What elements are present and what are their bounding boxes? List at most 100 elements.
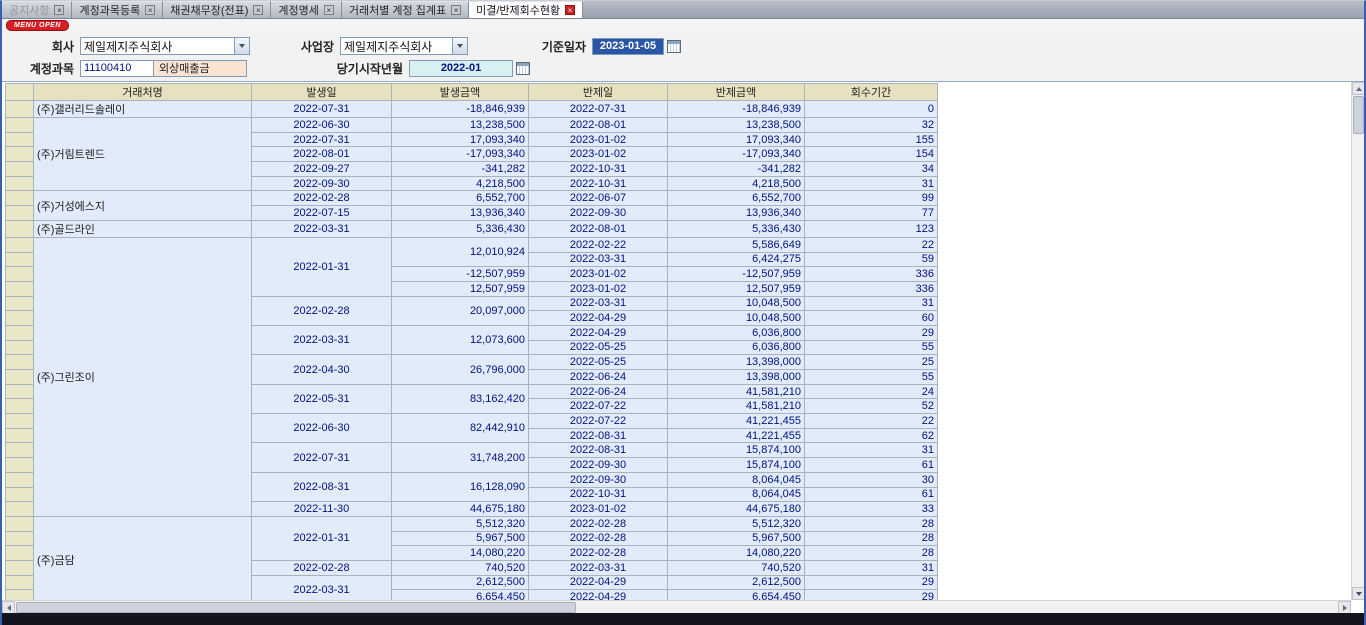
settlement-date-cell[interactable]: 2023-01-02 bbox=[529, 281, 668, 296]
row-selector[interactable] bbox=[6, 118, 34, 133]
settlement-date-cell[interactable]: 2022-02-28 bbox=[529, 531, 668, 546]
occurrence-amount-cell[interactable]: 6,552,700 bbox=[392, 191, 529, 206]
collection-days-cell[interactable]: 31 bbox=[805, 443, 938, 458]
settlement-amount-cell[interactable]: 740,520 bbox=[668, 560, 805, 575]
collection-days-cell[interactable]: 31 bbox=[805, 560, 938, 575]
collection-days-cell[interactable]: 29 bbox=[805, 575, 938, 590]
collection-days-cell[interactable]: 336 bbox=[805, 281, 938, 296]
settlement-amount-cell[interactable]: -12,507,959 bbox=[668, 267, 805, 282]
chevron-down-icon[interactable] bbox=[234, 38, 249, 54]
occurrence-amount-cell[interactable]: -341,282 bbox=[392, 162, 529, 177]
occurrence-date-cell[interactable]: 2022-07-15 bbox=[252, 206, 392, 221]
collection-days-cell[interactable]: 55 bbox=[805, 370, 938, 385]
settlement-amount-cell[interactable]: 41,221,455 bbox=[668, 428, 805, 443]
occurrence-amount-cell[interactable]: 2,612,500 bbox=[392, 575, 529, 590]
collection-days-cell[interactable]: 61 bbox=[805, 458, 938, 473]
occurrence-date-cell[interactable]: 2022-04-30 bbox=[252, 355, 392, 384]
collection-days-cell[interactable]: 0 bbox=[805, 101, 938, 118]
collection-days-cell[interactable]: 99 bbox=[805, 191, 938, 206]
column-header[interactable]: 거래처명 bbox=[34, 84, 252, 101]
occurrence-amount-cell[interactable]: 17,093,340 bbox=[392, 132, 529, 147]
occurrence-date-cell[interactable]: 2022-01-31 bbox=[252, 237, 392, 296]
occurrence-amount-cell[interactable]: 13,936,340 bbox=[392, 206, 529, 221]
settlement-date-cell[interactable]: 2023-01-02 bbox=[529, 147, 668, 162]
scroll-down-icon[interactable] bbox=[1352, 587, 1364, 600]
row-selector[interactable] bbox=[6, 355, 34, 370]
occurrence-date-cell[interactable]: 2022-11-30 bbox=[252, 502, 392, 517]
occurrence-amount-cell[interactable]: 82,442,910 bbox=[392, 414, 529, 443]
settlement-amount-cell[interactable]: 8,064,045 bbox=[668, 472, 805, 487]
scroll-up-icon[interactable] bbox=[1352, 82, 1364, 95]
settlement-amount-cell[interactable]: 13,398,000 bbox=[668, 355, 805, 370]
occurrence-date-cell[interactable]: 2022-06-30 bbox=[252, 118, 392, 133]
settlement-date-cell[interactable]: 2022-04-29 bbox=[529, 575, 668, 590]
tab-2[interactable]: 계정과목등록× bbox=[72, 1, 163, 18]
table-row[interactable]: (주)골드라인2022-03-315,336,4302022-08-015,33… bbox=[6, 220, 938, 237]
account-code-input[interactable] bbox=[80, 60, 154, 77]
occurrence-amount-cell[interactable]: -17,093,340 bbox=[392, 147, 529, 162]
company-select[interactable]: 제일제지주식회사 bbox=[80, 37, 250, 55]
occurrence-date-cell[interactable]: 2022-03-31 bbox=[252, 220, 392, 237]
table-row[interactable]: (주)거성에스지2022-02-286,552,7002022-06-076,5… bbox=[6, 191, 938, 206]
collection-days-cell[interactable]: 29 bbox=[805, 325, 938, 340]
column-header[interactable]: 회수기간 bbox=[805, 84, 938, 101]
settlement-date-cell[interactable]: 2022-10-31 bbox=[529, 162, 668, 177]
occurrence-amount-cell[interactable]: -18,846,939 bbox=[392, 101, 529, 118]
settlement-date-cell[interactable]: 2022-06-07 bbox=[529, 191, 668, 206]
occurrence-amount-cell[interactable]: 83,162,420 bbox=[392, 384, 529, 413]
settlement-amount-cell[interactable]: 10,048,500 bbox=[668, 311, 805, 326]
table-row[interactable]: (주)그린조이2022-01-3112,010,9242022-02-225,5… bbox=[6, 237, 938, 252]
collection-days-cell[interactable]: 61 bbox=[805, 487, 938, 502]
row-selector[interactable] bbox=[6, 220, 34, 237]
settlement-amount-cell[interactable]: 4,218,500 bbox=[668, 176, 805, 191]
collection-days-cell[interactable]: 22 bbox=[805, 237, 938, 252]
row-selector[interactable] bbox=[6, 176, 34, 191]
collection-days-cell[interactable]: 34 bbox=[805, 162, 938, 177]
settlement-date-cell[interactable]: 2022-04-29 bbox=[529, 311, 668, 326]
customer-name-cell[interactable]: (주)갤러리드솔레이 bbox=[34, 101, 252, 118]
settlement-amount-cell[interactable]: 13,238,500 bbox=[668, 118, 805, 133]
collection-days-cell[interactable]: 33 bbox=[805, 502, 938, 517]
collection-days-cell[interactable]: 62 bbox=[805, 428, 938, 443]
settlement-amount-cell[interactable]: 8,064,045 bbox=[668, 487, 805, 502]
occurrence-amount-cell[interactable]: 5,967,500 bbox=[392, 531, 529, 546]
row-selector[interactable] bbox=[6, 428, 34, 443]
settlement-amount-cell[interactable]: -17,093,340 bbox=[668, 147, 805, 162]
column-header[interactable]: 발생금액 bbox=[392, 84, 529, 101]
settlement-date-cell[interactable]: 2023-01-02 bbox=[529, 267, 668, 282]
occurrence-date-cell[interactable]: 2022-06-30 bbox=[252, 414, 392, 443]
occurrence-amount-cell[interactable]: 4,218,500 bbox=[392, 176, 529, 191]
settlement-amount-cell[interactable]: 5,336,430 bbox=[668, 220, 805, 237]
settlement-amount-cell[interactable]: 12,507,959 bbox=[668, 281, 805, 296]
settlement-date-cell[interactable]: 2022-08-01 bbox=[529, 220, 668, 237]
collection-days-cell[interactable]: 55 bbox=[805, 340, 938, 355]
table-row[interactable]: (주)갤러리드솔레이2022-07-31-18,846,9392022-07-3… bbox=[6, 101, 938, 118]
collection-days-cell[interactable]: 52 bbox=[805, 399, 938, 414]
collection-days-cell[interactable]: 28 bbox=[805, 531, 938, 546]
collection-days-cell[interactable]: 31 bbox=[805, 176, 938, 191]
occurrence-date-cell[interactable]: 2022-09-27 bbox=[252, 162, 392, 177]
settlement-amount-cell[interactable]: -18,846,939 bbox=[668, 101, 805, 118]
column-header[interactable]: 반제일 bbox=[529, 84, 668, 101]
collection-days-cell[interactable]: 154 bbox=[805, 147, 938, 162]
customer-name-cell[interactable]: (주)거림트렌드 bbox=[34, 118, 252, 191]
settlement-amount-cell[interactable]: 6,552,700 bbox=[668, 191, 805, 206]
occurrence-date-cell[interactable]: 2022-07-31 bbox=[252, 101, 392, 118]
settlement-amount-cell[interactable]: 13,398,000 bbox=[668, 370, 805, 385]
settlement-amount-cell[interactable]: 41,221,455 bbox=[668, 414, 805, 429]
occurrence-amount-cell[interactable]: -12,507,959 bbox=[392, 267, 529, 282]
calendar-icon[interactable] bbox=[667, 40, 681, 53]
collection-days-cell[interactable]: 32 bbox=[805, 118, 938, 133]
occurrence-date-cell[interactable]: 2022-08-01 bbox=[252, 147, 392, 162]
row-selector-header[interactable] bbox=[6, 84, 34, 101]
column-header[interactable]: 발생일 bbox=[252, 84, 392, 101]
row-selector[interactable] bbox=[6, 560, 34, 575]
settlement-amount-cell[interactable]: 6,424,275 bbox=[668, 252, 805, 267]
settlement-date-cell[interactable]: 2022-03-31 bbox=[529, 296, 668, 311]
row-selector[interactable] bbox=[6, 502, 34, 517]
customer-name-cell[interactable]: (주)거성에스지 bbox=[34, 191, 252, 220]
row-selector[interactable] bbox=[6, 325, 34, 340]
occurrence-amount-cell[interactable]: 26,796,000 bbox=[392, 355, 529, 384]
row-selector[interactable] bbox=[6, 162, 34, 177]
row-selector[interactable] bbox=[6, 267, 34, 282]
